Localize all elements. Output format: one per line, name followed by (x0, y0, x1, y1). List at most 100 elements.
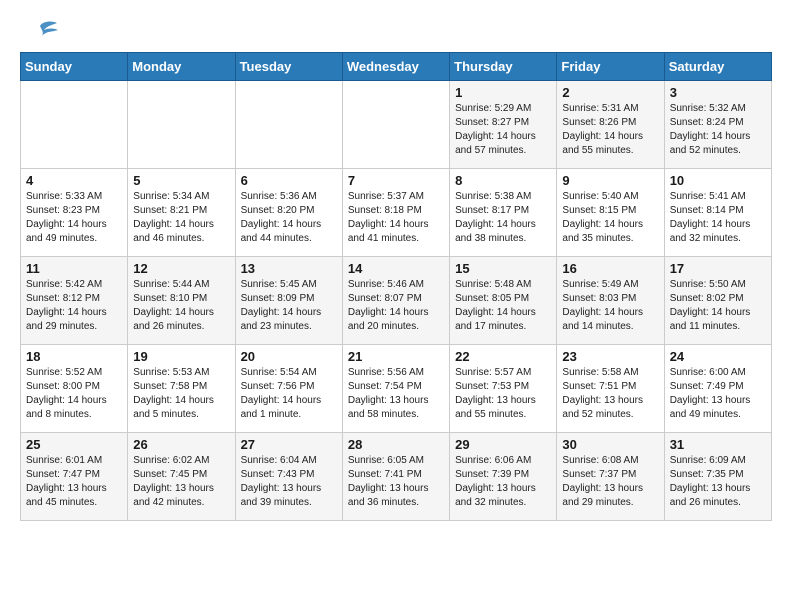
day-info: Sunrise: 5:50 AM Sunset: 8:02 PM Dayligh… (670, 278, 766, 334)
day-number: 28 (348, 437, 444, 452)
day-number: 18 (26, 349, 122, 364)
day-info: Sunrise: 5:48 AM Sunset: 8:05 PM Dayligh… (455, 278, 551, 334)
day-info: Sunrise: 5:52 AM Sunset: 8:00 PM Dayligh… (26, 366, 122, 422)
calendar-cell: 12Sunrise: 5:44 AM Sunset: 8:10 PM Dayli… (128, 257, 235, 345)
day-number: 23 (562, 349, 658, 364)
weekday-header-sunday: Sunday (21, 53, 128, 81)
day-info: Sunrise: 5:54 AM Sunset: 7:56 PM Dayligh… (241, 366, 337, 422)
calendar-cell: 29 Sunrise: 6:06 AM Sunset: 7:39 PM Dayli… (450, 433, 557, 521)
day-number: 30 (562, 437, 658, 452)
day-info: Sunrise: 5:58 AM Sunset: 7:51 PM Dayligh… (562, 366, 658, 422)
day-number: 14 (348, 261, 444, 276)
day-info: Sunrise: 5:33 AM Sunset: 8:23 PM Dayligh… (26, 190, 122, 246)
day-info: Sunrise: 5:36 AM Sunset: 8:20 PM Dayligh… (241, 190, 337, 246)
calendar-cell: 27 Sunrise: 6:04 AM Sunset: 7:43 PM Dayli… (235, 433, 342, 521)
day-number: 3 (670, 85, 766, 100)
day-number: 20 (241, 349, 337, 364)
calendar-cell: 11 Sunrise: 5:42 AM Sunset: 8:12 PM Dayli… (21, 257, 128, 345)
day-info: Sunrise: 5:42 AM Sunset: 8:12 PM Dayligh… (26, 278, 122, 334)
calendar-cell: 10 Sunrise: 5:41 AM Sunset: 8:14 PM Dayli… (664, 169, 771, 257)
week-row-2: 4 Sunrise: 5:33 AM Sunset: 8:23 PM Daylig… (21, 169, 772, 257)
weekday-header-row: SundayMondayTuesdayWednesdayThursdayFrid… (21, 53, 772, 81)
calendar-cell: 6 Sunrise: 5:36 AM Sunset: 8:20 PM Daylig… (235, 169, 342, 257)
calendar-cell: 31Sunrise: 6:09 AM Sunset: 7:35 PM Dayli… (664, 433, 771, 521)
calendar-cell: 24 Sunrise: 6:00 AM Sunset: 7:49 PM Dayli… (664, 345, 771, 433)
day-info: Sunrise: 6:02 AM Sunset: 7:45 PM Dayligh… (133, 454, 229, 510)
calendar-cell: 17 Sunrise: 5:50 AM Sunset: 8:02 PM Dayli… (664, 257, 771, 345)
day-info: Sunrise: 5:44 AM Sunset: 8:10 PM Dayligh… (133, 278, 229, 334)
day-info: Sunrise: 5:31 AM Sunset: 8:26 PM Dayligh… (562, 102, 658, 158)
logo-bird-icon (22, 18, 58, 46)
day-number: 4 (26, 173, 122, 188)
day-info: Sunrise: 5:37 AM Sunset: 8:18 PM Dayligh… (348, 190, 444, 246)
calendar-cell: 5 Sunrise: 5:34 AM Sunset: 8:21 PM Daylig… (128, 169, 235, 257)
day-info: Sunrise: 5:46 AM Sunset: 8:07 PM Dayligh… (348, 278, 444, 334)
day-info: Sunrise: 5:57 AM Sunset: 7:53 PM Dayligh… (455, 366, 551, 422)
day-number: 27 (241, 437, 337, 452)
week-row-1: 1Sunrise: 5:29 AM Sunset: 8:27 PM Daylig… (21, 81, 772, 169)
day-number: 25 (26, 437, 122, 452)
calendar-cell: 30 Sunrise: 6:08 AM Sunset: 7:37 PM Dayli… (557, 433, 664, 521)
calendar-cell: 16 Sunrise: 5:49 AM Sunset: 8:03 PM Dayli… (557, 257, 664, 345)
page-header (20, 20, 772, 42)
day-info: Sunrise: 5:45 AM Sunset: 8:09 PM Dayligh… (241, 278, 337, 334)
calendar-cell: 18 Sunrise: 5:52 AM Sunset: 8:00 PM Dayli… (21, 345, 128, 433)
day-info: Sunrise: 5:40 AM Sunset: 8:15 PM Dayligh… (562, 190, 658, 246)
day-number: 16 (562, 261, 658, 276)
calendar-cell (342, 81, 449, 169)
calendar-cell: 14 Sunrise: 5:46 AM Sunset: 8:07 PM Dayli… (342, 257, 449, 345)
day-info: Sunrise: 5:53 AM Sunset: 7:58 PM Dayligh… (133, 366, 229, 422)
calendar-cell (128, 81, 235, 169)
day-number: 29 (455, 437, 551, 452)
day-number: 15 (455, 261, 551, 276)
day-info: Sunrise: 6:01 AM Sunset: 7:47 PM Dayligh… (26, 454, 122, 510)
calendar-cell: 26Sunrise: 6:02 AM Sunset: 7:45 PM Dayli… (128, 433, 235, 521)
calendar-cell: 4 Sunrise: 5:33 AM Sunset: 8:23 PM Daylig… (21, 169, 128, 257)
day-number: 2 (562, 85, 658, 100)
day-number: 10 (670, 173, 766, 188)
day-number: 24 (670, 349, 766, 364)
day-info: Sunrise: 6:08 AM Sunset: 7:37 PM Dayligh… (562, 454, 658, 510)
weekday-header-friday: Friday (557, 53, 664, 81)
calendar-cell: 8Sunrise: 5:38 AM Sunset: 8:17 PM Daylig… (450, 169, 557, 257)
week-row-3: 11 Sunrise: 5:42 AM Sunset: 8:12 PM Dayli… (21, 257, 772, 345)
calendar-table: SundayMondayTuesdayWednesdayThursdayFrid… (20, 52, 772, 521)
calendar-cell: 3 Sunrise: 5:32 AM Sunset: 8:24 PM Daylig… (664, 81, 771, 169)
weekday-header-monday: Monday (128, 53, 235, 81)
weekday-header-tuesday: Tuesday (235, 53, 342, 81)
day-info: Sunrise: 5:41 AM Sunset: 8:14 PM Dayligh… (670, 190, 766, 246)
day-info: Sunrise: 6:00 AM Sunset: 7:49 PM Dayligh… (670, 366, 766, 422)
day-number: 11 (26, 261, 122, 276)
day-info: Sunrise: 5:32 AM Sunset: 8:24 PM Dayligh… (670, 102, 766, 158)
calendar-cell: 9Sunrise: 5:40 AM Sunset: 8:15 PM Daylig… (557, 169, 664, 257)
day-number: 19 (133, 349, 229, 364)
calendar-cell (235, 81, 342, 169)
logo (20, 20, 58, 42)
calendar-cell: 20 Sunrise: 5:54 AM Sunset: 7:56 PM Dayli… (235, 345, 342, 433)
weekday-header-thursday: Thursday (450, 53, 557, 81)
calendar-cell: 7 Sunrise: 5:37 AM Sunset: 8:18 PM Daylig… (342, 169, 449, 257)
day-info: Sunrise: 5:34 AM Sunset: 8:21 PM Dayligh… (133, 190, 229, 246)
day-number: 17 (670, 261, 766, 276)
calendar-cell: 28Sunrise: 6:05 AM Sunset: 7:41 PM Dayli… (342, 433, 449, 521)
calendar-cell: 23 Sunrise: 5:58 AM Sunset: 7:51 PM Dayli… (557, 345, 664, 433)
day-number: 6 (241, 173, 337, 188)
day-info: Sunrise: 5:56 AM Sunset: 7:54 PM Dayligh… (348, 366, 444, 422)
calendar-cell: 22 Sunrise: 5:57 AM Sunset: 7:53 PM Dayli… (450, 345, 557, 433)
calendar-body: 1Sunrise: 5:29 AM Sunset: 8:27 PM Daylig… (21, 81, 772, 521)
day-number: 31 (670, 437, 766, 452)
day-info: Sunrise: 5:49 AM Sunset: 8:03 PM Dayligh… (562, 278, 658, 334)
day-number: 7 (348, 173, 444, 188)
weekday-header-saturday: Saturday (664, 53, 771, 81)
calendar-cell: 21 Sunrise: 5:56 AM Sunset: 7:54 PM Dayli… (342, 345, 449, 433)
week-row-4: 18 Sunrise: 5:52 AM Sunset: 8:00 PM Dayli… (21, 345, 772, 433)
day-number: 22 (455, 349, 551, 364)
day-number: 21 (348, 349, 444, 364)
day-number: 13 (241, 261, 337, 276)
calendar-cell: 19 Sunrise: 5:53 AM Sunset: 7:58 PM Dayli… (128, 345, 235, 433)
week-row-5: 25 Sunrise: 6:01 AM Sunset: 7:47 PM Dayli… (21, 433, 772, 521)
day-info: Sunrise: 6:04 AM Sunset: 7:43 PM Dayligh… (241, 454, 337, 510)
calendar-cell: 25 Sunrise: 6:01 AM Sunset: 7:47 PM Dayli… (21, 433, 128, 521)
day-info: Sunrise: 6:06 AM Sunset: 7:39 PM Dayligh… (455, 454, 551, 510)
day-number: 5 (133, 173, 229, 188)
